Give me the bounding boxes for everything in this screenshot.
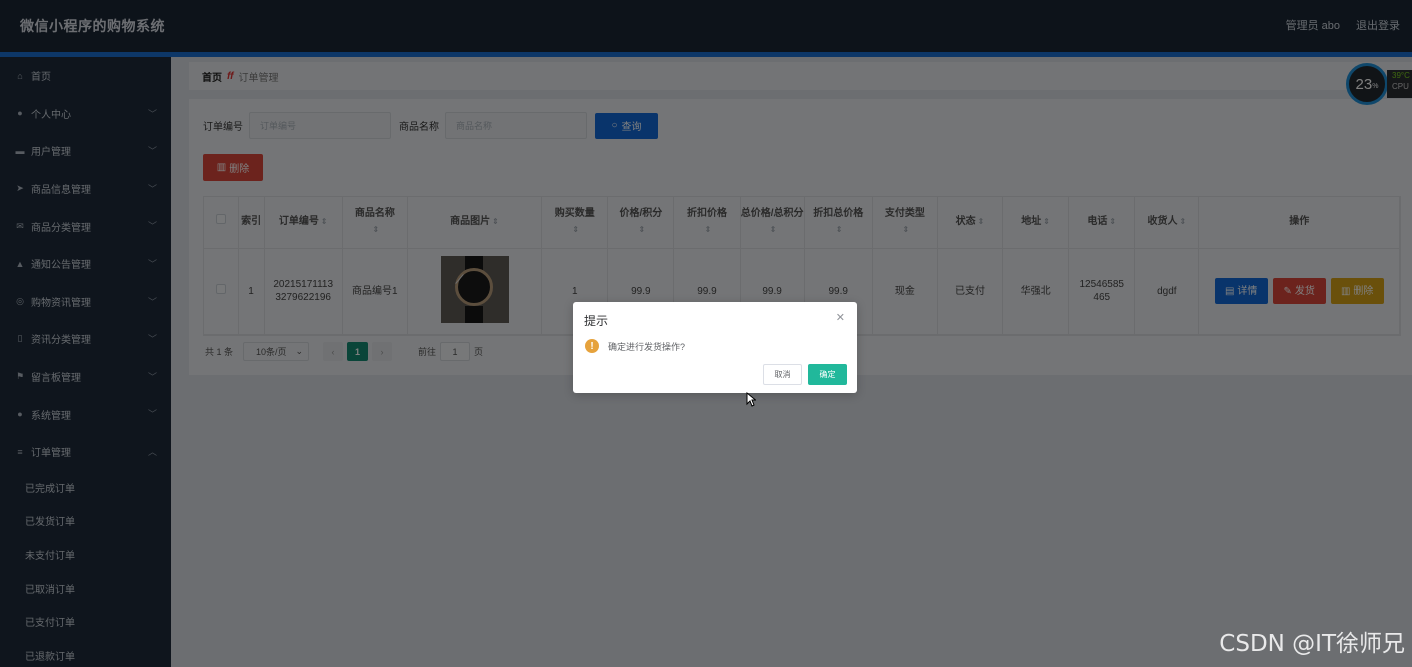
dialog-title: 提示 xyxy=(584,314,609,328)
mouse-cursor-icon xyxy=(746,392,756,407)
cancel-button[interactable]: 取消 xyxy=(763,364,802,385)
confirm-button[interactable]: 确定 xyxy=(808,364,847,385)
dialog-message: 确定进行发货操作? xyxy=(608,342,686,352)
close-icon[interactable]: ✕ xyxy=(836,311,845,324)
watermark: CSDN @IT徐师兄 xyxy=(1219,631,1405,657)
confirm-dialog: 提示 ✕ ! 确定进行发货操作? 取消 确定 xyxy=(573,302,857,393)
warning-icon: ! xyxy=(585,339,599,353)
